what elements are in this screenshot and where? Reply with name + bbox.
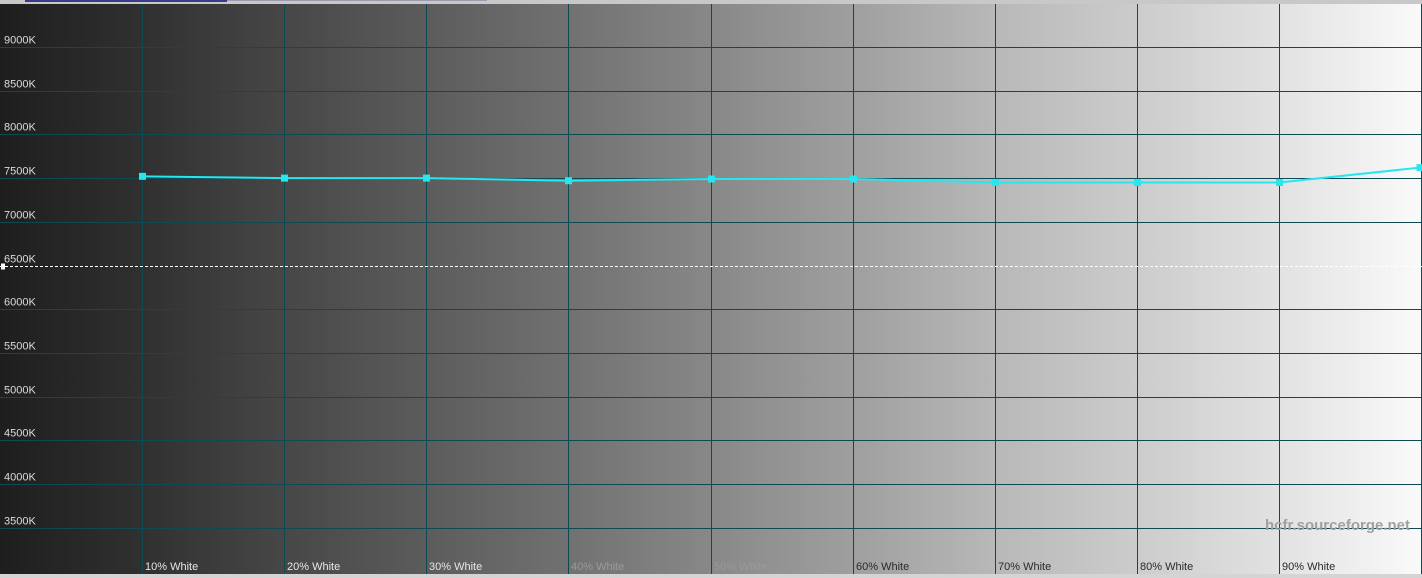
- data-point: [1416, 164, 1422, 172]
- top-strip-accent-2: [227, 0, 487, 1]
- data-point: [423, 174, 430, 182]
- category-label: 40% White: [571, 561, 624, 573]
- y-tick-label: 4000K: [4, 472, 36, 484]
- y-tick-label: 9000K: [4, 35, 36, 47]
- data-point: [565, 177, 572, 185]
- category-label: 90% White: [1282, 561, 1335, 573]
- y-tick-label: 8000K: [4, 122, 36, 134]
- y-tick-label: 6000K: [4, 297, 36, 309]
- y-tick-label: 4500K: [4, 428, 36, 440]
- y-tick-label: 5000K: [4, 385, 36, 397]
- y-tick-label: 7500K: [4, 166, 36, 178]
- data-point: [850, 175, 857, 183]
- data-point: [1276, 178, 1283, 186]
- y-tick-label: 3500K: [4, 516, 36, 528]
- category-label: 60% White: [856, 561, 909, 573]
- category-label: 30% White: [429, 561, 482, 573]
- category-label: 50% White: [714, 561, 767, 573]
- category-label: 70% White: [998, 561, 1051, 573]
- y-tick-label: 6500K: [4, 254, 36, 266]
- top-strip-accent: [25, 0, 227, 2]
- y-tick-label: 8500K: [4, 79, 36, 91]
- data-point: [139, 172, 146, 180]
- category-label: 20% White: [287, 561, 340, 573]
- data-point: [708, 175, 715, 183]
- data-point: [1134, 178, 1141, 186]
- cct-chart: 9000K 8500K 8000K 7500K 7000K 6500K 6000K 5500K…: [0, 0, 1422, 578]
- category-labels: 10% White 20% White 30% White 40% White 50% …: [145, 561, 1335, 573]
- y-tick-label: 5500K: [4, 341, 36, 353]
- category-label: 10% White: [145, 561, 198, 573]
- bottom-strip: [0, 574, 1422, 578]
- reference-line-marker: [1, 263, 5, 270]
- data-point: [281, 174, 288, 182]
- y-tick-label: 7000K: [4, 210, 36, 222]
- category-label: 80% White: [1140, 561, 1193, 573]
- watermark: hcfr.sourceforge.net: [1265, 517, 1410, 534]
- data-point: [992, 178, 999, 186]
